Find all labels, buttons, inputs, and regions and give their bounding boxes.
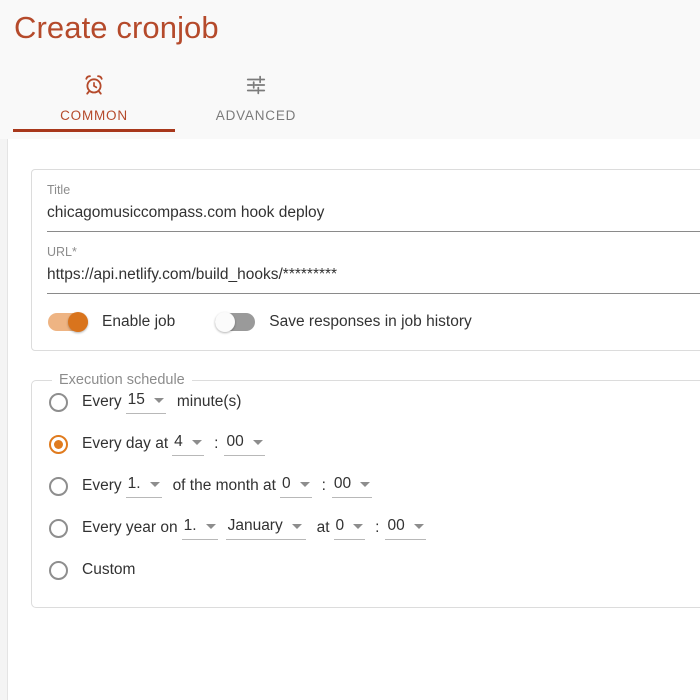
job-details-card: Title chicagomusiccompass.com hook deplo… bbox=[31, 169, 700, 351]
every-day-hour-value: 4 bbox=[174, 433, 183, 450]
every-month-hour-dropdown[interactable]: 0 bbox=[279, 474, 312, 498]
radio-every-day[interactable] bbox=[49, 434, 68, 454]
tab-common[interactable]: COMMON bbox=[13, 58, 175, 136]
every-year-minute-dropdown[interactable]: 00 bbox=[385, 516, 426, 540]
every-month-minute-value: 00 bbox=[333, 475, 352, 492]
year-month-value: January bbox=[227, 517, 283, 534]
radio-custom[interactable] bbox=[49, 560, 68, 580]
every-day-hour-dropdown[interactable]: 4 bbox=[172, 432, 205, 456]
tune-sliders-icon bbox=[245, 70, 267, 100]
chevron-down-icon bbox=[353, 523, 364, 529]
every-month-hour-value: 0 bbox=[281, 475, 291, 492]
save-responses-toggle[interactable] bbox=[215, 312, 256, 332]
execution-schedule-fieldset: Execution schedule Every 15 minute(s) Ev… bbox=[31, 372, 700, 608]
tab-common-label: COMMON bbox=[60, 108, 128, 123]
enable-job-label: Enable job bbox=[102, 313, 176, 330]
save-responses-label: Save responses in job history bbox=[269, 313, 472, 330]
url-field-label: URL* bbox=[47, 245, 700, 260]
every-year-prefix: Every year on bbox=[82, 519, 178, 536]
every-minutes-prefix: Every bbox=[82, 393, 122, 410]
month-day-value: 1. bbox=[127, 475, 141, 492]
chevron-down-icon bbox=[252, 439, 263, 445]
chevron-down-icon bbox=[413, 523, 424, 529]
execution-schedule-legend: Execution schedule bbox=[52, 372, 192, 389]
left-gutter bbox=[0, 139, 8, 700]
month-day-dropdown[interactable]: 1. bbox=[125, 474, 162, 498]
year-day-value: 1. bbox=[183, 517, 197, 534]
toggles-row: Enable job Save responses in job history bbox=[47, 294, 700, 350]
title-field[interactable]: Title chicagomusiccompass.com hook deplo… bbox=[47, 170, 700, 232]
tab-advanced[interactable]: ADVANCED bbox=[175, 58, 337, 136]
tab-bar: COMMON ADVANCED bbox=[8, 58, 700, 139]
radio-every-year[interactable] bbox=[49, 518, 68, 538]
chevron-down-icon bbox=[191, 439, 202, 445]
schedule-option-every-month[interactable]: Every 1. of the month at 0 : 00 bbox=[32, 465, 700, 507]
enable-job-toggle[interactable] bbox=[48, 312, 88, 332]
every-day-separator: : bbox=[214, 435, 219, 452]
chevron-down-icon bbox=[205, 523, 216, 529]
title-field-label: Title bbox=[47, 183, 71, 197]
chevron-down-icon bbox=[153, 397, 164, 403]
create-cronjob-page: Create cronjob COMMON ADVANCED Title chi… bbox=[0, 0, 700, 700]
title-input[interactable]: chicagomusiccompass.com hook deploy bbox=[47, 198, 700, 231]
every-year-separator: : bbox=[375, 519, 380, 536]
every-year-hour-dropdown[interactable]: 0 bbox=[333, 516, 366, 540]
required-marker: * bbox=[72, 245, 77, 259]
active-tab-indicator bbox=[13, 129, 175, 132]
chevron-down-icon bbox=[299, 481, 310, 487]
url-field[interactable]: URL* https://api.netlify.com/build_hooks… bbox=[47, 232, 700, 294]
every-year-hour-value: 0 bbox=[335, 517, 345, 534]
url-label-text: URL bbox=[47, 245, 73, 259]
tab-advanced-label: ADVANCED bbox=[215, 108, 297, 123]
minutes-dropdown-value: 15 bbox=[127, 391, 145, 408]
every-day-prefix: Every day at bbox=[82, 435, 169, 452]
every-month-middle: of the month at bbox=[172, 477, 276, 494]
chevron-down-icon bbox=[149, 481, 160, 487]
schedule-option-custom[interactable]: Custom bbox=[32, 549, 700, 591]
every-month-minute-dropdown[interactable]: 00 bbox=[331, 474, 373, 498]
page-header: Create cronjob COMMON ADVANCED bbox=[0, 0, 700, 139]
every-day-minute-value: 00 bbox=[226, 433, 244, 450]
url-input[interactable]: https://api.netlify.com/build_hooks/****… bbox=[47, 260, 700, 293]
minutes-dropdown[interactable]: 15 bbox=[125, 390, 166, 414]
every-month-prefix: Every bbox=[82, 477, 122, 494]
year-day-dropdown[interactable]: 1. bbox=[181, 516, 218, 540]
radio-every-month[interactable] bbox=[49, 476, 68, 496]
every-day-minute-dropdown[interactable]: 00 bbox=[224, 432, 265, 456]
every-year-middle: at bbox=[316, 519, 330, 536]
form-content: Title chicagomusiccompass.com hook deplo… bbox=[0, 139, 700, 700]
radio-every-minutes[interactable] bbox=[49, 392, 68, 412]
schedule-option-every-year[interactable]: Every year on 1. January at 0 : 00 bbox=[32, 507, 700, 549]
alarm-clock-icon bbox=[83, 70, 105, 100]
custom-label: Custom bbox=[82, 561, 136, 578]
page-title: Create cronjob bbox=[14, 10, 219, 45]
every-year-minute-value: 00 bbox=[387, 517, 405, 534]
enable-job-toggle-knob bbox=[68, 312, 88, 332]
chevron-down-icon bbox=[291, 523, 302, 529]
schedule-option-every-day[interactable]: Every day at 4 : 00 bbox=[32, 423, 700, 465]
every-minutes-suffix: minute(s) bbox=[176, 393, 242, 410]
year-month-dropdown[interactable]: January bbox=[225, 516, 306, 540]
every-month-separator: : bbox=[321, 477, 326, 494]
left-inner-margin bbox=[9, 139, 30, 700]
chevron-down-icon bbox=[360, 481, 371, 487]
